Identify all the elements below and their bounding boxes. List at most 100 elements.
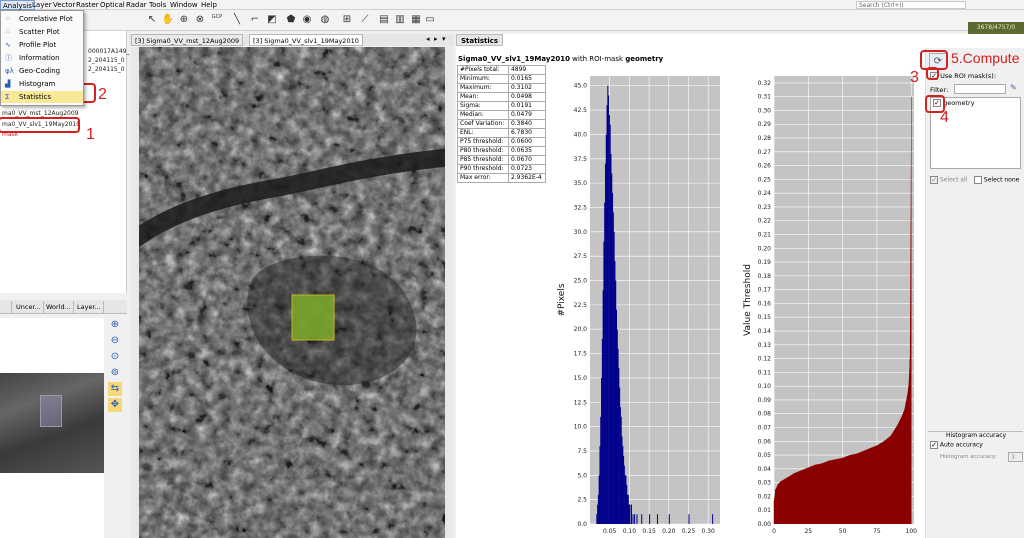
polyline-tool-icon[interactable]: ⌐	[248, 13, 262, 27]
filter-input[interactable]	[954, 84, 1006, 94]
folder-icon[interactable]: ▭	[423, 13, 437, 27]
roi-geometry[interactable]	[291, 294, 335, 341]
sync-cursor-icon[interactable]: ✥	[108, 398, 122, 412]
rectangle-tool-icon[interactable]: ◩	[265, 13, 279, 27]
menu-information[interactable]: ⓘ Information	[1, 52, 83, 64]
sync-views-icon[interactable]: ⇆	[108, 382, 122, 396]
y-tick-label: 0.31	[758, 94, 772, 101]
shape-tool-icon[interactable]: ◍	[318, 13, 332, 27]
menu-optical[interactable]: Optical	[98, 0, 127, 10]
product-line[interactable]: 2_204115_0	[88, 57, 125, 64]
y-tick-label: 0.22	[758, 218, 772, 225]
tab-statistics[interactable]: Statistics	[456, 34, 504, 46]
auto-accuracy-checkbox[interactable]: ✓	[930, 441, 938, 449]
histogram-bar	[656, 514, 658, 524]
stats-value: 0.0670	[507, 155, 547, 165]
tab-layer-manager[interactable]: Layer...	[75, 301, 104, 313]
viewport-rect[interactable]	[40, 395, 62, 427]
histogram-bar	[668, 514, 670, 524]
y-tick-label: 20.0	[574, 326, 588, 333]
histogram-bar	[641, 514, 643, 524]
navigation-tools: ⊕ ⊖ ⊙ ⊚ ⇆ ✥	[104, 318, 126, 418]
zoom-actual-icon[interactable]: ⊙	[108, 350, 122, 364]
annotation-label-3: 3	[910, 69, 919, 86]
tab-scroll-right-icon[interactable]: ▸	[434, 35, 438, 43]
tile-horizontal-icon[interactable]: ▤	[377, 13, 391, 27]
histogram-accuracy-title: Histogram accuracy	[944, 432, 1009, 439]
menu-raster[interactable]: Raster	[74, 0, 101, 10]
sar-image-view[interactable]	[131, 47, 453, 538]
y-axis-label: #Pixels	[557, 283, 567, 316]
line-tool-icon[interactable]: ╲	[230, 13, 244, 27]
y-tick-label: 0.09	[758, 397, 772, 404]
select-all-row[interactable]: ✓ Select all	[930, 176, 967, 184]
zoom-out-icon[interactable]: ⊖	[108, 334, 122, 348]
histogram-bar	[636, 514, 638, 524]
tab-uncertainty[interactable]: Uncer...	[14, 301, 44, 313]
polygon-tool-icon[interactable]: ⬟	[284, 13, 298, 27]
threshold-chart: 0.00 0.01 0.02 0.03 0.04 0.05 0.06 0.07 0.08 0.09…	[743, 76, 918, 535]
tab-world-view[interactable]: World...	[44, 301, 74, 313]
statistics-table: #Pixels total: 4899 Minimum: 0.0165 Maximum:…	[457, 65, 547, 183]
menu-help[interactable]: Help	[199, 0, 219, 10]
select-none-checkbox[interactable]	[974, 176, 982, 184]
annotation-box-3	[926, 67, 939, 80]
zoom-tool-icon[interactable]: ⊕	[177, 13, 191, 27]
pan-tool-icon[interactable]: ✋	[161, 13, 175, 27]
measure-tool-icon[interactable]: ⊞	[340, 13, 354, 27]
tab-image-slv1[interactable]: [3] Sigma0_VV_slv1_19May2010	[249, 34, 363, 46]
y-tick-label: 0.03	[758, 480, 772, 487]
stats-label: Sigma:	[457, 101, 509, 111]
y-tick-label: 0.27	[758, 149, 772, 156]
select-none-row[interactable]: Select none	[974, 176, 1019, 184]
left-tool-tabs: Uncer... World... Layer...	[0, 300, 127, 314]
select-all-checkbox[interactable]: ✓	[930, 176, 938, 184]
y-tick-label: 0.25	[758, 176, 772, 183]
menu-statistics[interactable]: Σ Statistics	[1, 91, 83, 103]
stats-row: P80 threshold: 0.0635	[457, 146, 547, 156]
histogram-bar	[630, 504, 632, 524]
menu-histogram[interactable]: ▟ Histogram	[1, 78, 83, 90]
auto-accuracy-row[interactable]: ✓ Auto accuracy	[930, 441, 983, 449]
product-line[interactable]: 000017A149_	[88, 48, 129, 55]
zoom-all-icon[interactable]: ⊚	[108, 366, 122, 380]
menu-layer[interactable]: Layer	[30, 0, 54, 10]
select-tool-icon[interactable]: ↖	[145, 13, 159, 27]
menu-scatter-plot[interactable]: ⁙ Scatter Plot	[1, 26, 83, 38]
stats-row: P90 threshold: 0.0723	[457, 164, 547, 174]
tile-grid-icon[interactable]: ▦	[409, 13, 423, 27]
tab-navigation[interactable]	[2, 301, 12, 313]
y-tick-label: 0.04	[758, 466, 772, 473]
wand-tool-icon[interactable]: ⟋	[358, 13, 372, 27]
tab-list-icon[interactable]: ▾	[442, 35, 446, 43]
accuracy-spinner[interactable]: 3	[1008, 452, 1023, 462]
y-tick-label: 0.23	[758, 204, 772, 211]
gcp-tool-button[interactable]: GCP	[210, 13, 224, 27]
menu-window[interactable]: Window	[168, 0, 200, 10]
menu-correlative-plot[interactable]: ⁘ Correlative Plot	[1, 13, 83, 25]
x-tick-label: 100	[906, 528, 918, 535]
stats-value: 0.0723	[507, 164, 547, 174]
product-line[interactable]: 2_204115_0	[88, 66, 125, 73]
tab-scroll-left-icon[interactable]: ◂	[426, 35, 430, 43]
band-mst[interactable]: ma0_VV_mst_12Aug2009	[2, 110, 79, 117]
use-roi-mask-row[interactable]: ✓ Use ROI mask(s):	[930, 72, 996, 80]
navigation-preview[interactable]	[0, 318, 104, 538]
search-input[interactable]: Search (Ctrl+I)	[856, 1, 966, 9]
y-tick-label: 37.5	[574, 156, 588, 163]
pin-tool-icon[interactable]: ⊗	[193, 13, 207, 27]
stats-value: 0.3840	[507, 119, 547, 129]
tile-vertical-icon[interactable]: ▥	[393, 13, 407, 27]
menu-tools[interactable]: Tools	[147, 0, 168, 10]
menu-geo-coding[interactable]: φλ Geo-Coding	[1, 65, 83, 77]
filter-clear-icon[interactable]: ✎	[1010, 83, 1017, 92]
ellipse-tool-icon[interactable]: ◉	[300, 13, 314, 27]
stats-row: Coef Variation: 0.3840	[457, 119, 547, 129]
toolbar: ↖ ✋ ⊕ ⊗ GCP ╲ ⌐ ◩ ⬟ ◉ ◍ ⊞ ⟋ ▤ ▥ ▦ ▭ 3678…	[0, 10, 1024, 34]
y-tick-label: 0.12	[758, 356, 772, 363]
zoom-in-icon[interactable]: ⊕	[108, 318, 122, 332]
tab-image-mst[interactable]: [3] Sigma0_VV_mst_12Aug2009	[131, 34, 244, 46]
y-tick-label: 0.14	[758, 328, 772, 335]
menu-radar[interactable]: Radar	[124, 0, 149, 10]
menu-profile-plot[interactable]: ∿ Profile Plot	[1, 39, 83, 51]
